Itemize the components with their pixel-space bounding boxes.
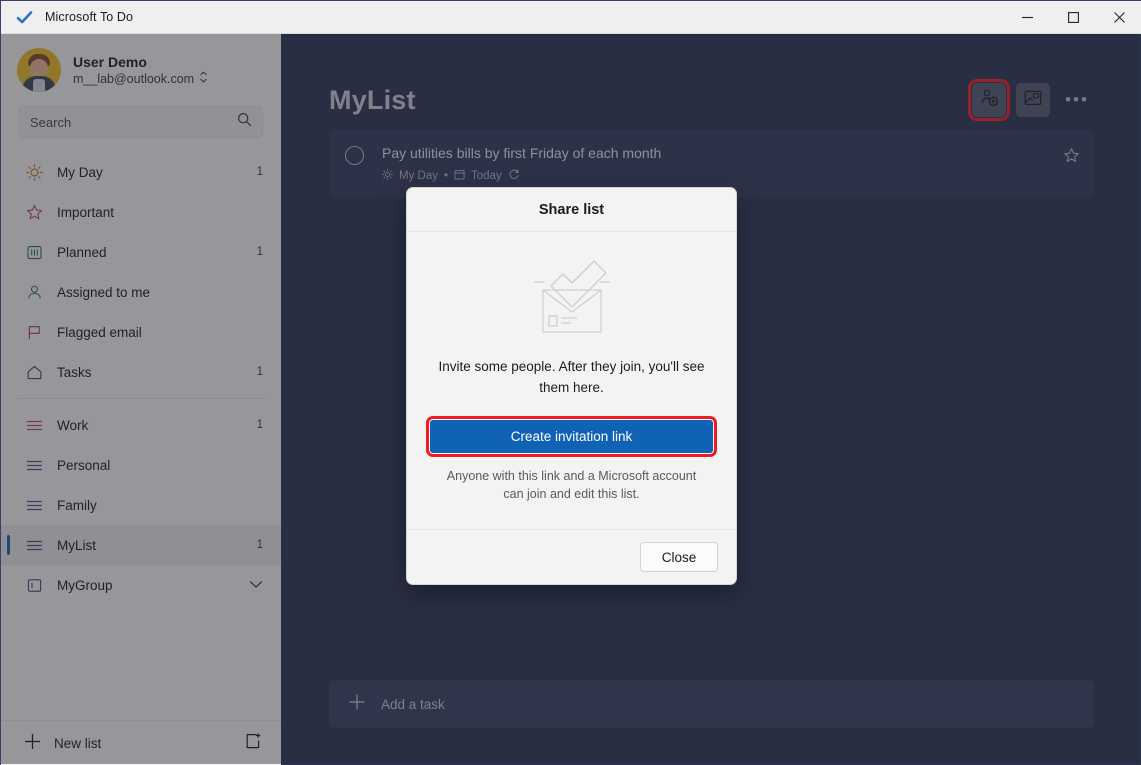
maximize-button[interactable] bbox=[1050, 1, 1096, 34]
minimize-button[interactable] bbox=[1004, 1, 1050, 34]
dialog-note: Anyone with this link and a Microsoft ac… bbox=[446, 469, 697, 501]
dialog-close-button[interactable]: Close bbox=[640, 542, 718, 572]
dialog-title: Share list bbox=[538, 201, 605, 218]
app-title: Microsoft To Do bbox=[45, 10, 134, 24]
close-button[interactable] bbox=[1096, 1, 1141, 34]
dialog-message: Invite some people. After they join, you… bbox=[438, 359, 705, 395]
dialog-header: Share list bbox=[407, 188, 736, 232]
title-bar: Microsoft To Do bbox=[1, 1, 1141, 34]
envelope-check-illustration bbox=[429, 250, 714, 342]
dialog-footer: Close bbox=[407, 529, 736, 584]
create-invitation-link-button[interactable]: Create invitation link bbox=[426, 416, 717, 457]
share-list-dialog: Share list Invite some people. After the… bbox=[406, 187, 737, 585]
dialog-body: Invite some people. After they join, you… bbox=[407, 232, 736, 529]
window-controls bbox=[1004, 1, 1141, 34]
app-window: Microsoft To Do User Demo m__lab@outlook… bbox=[0, 0, 1141, 765]
checkmark-icon bbox=[15, 8, 33, 26]
